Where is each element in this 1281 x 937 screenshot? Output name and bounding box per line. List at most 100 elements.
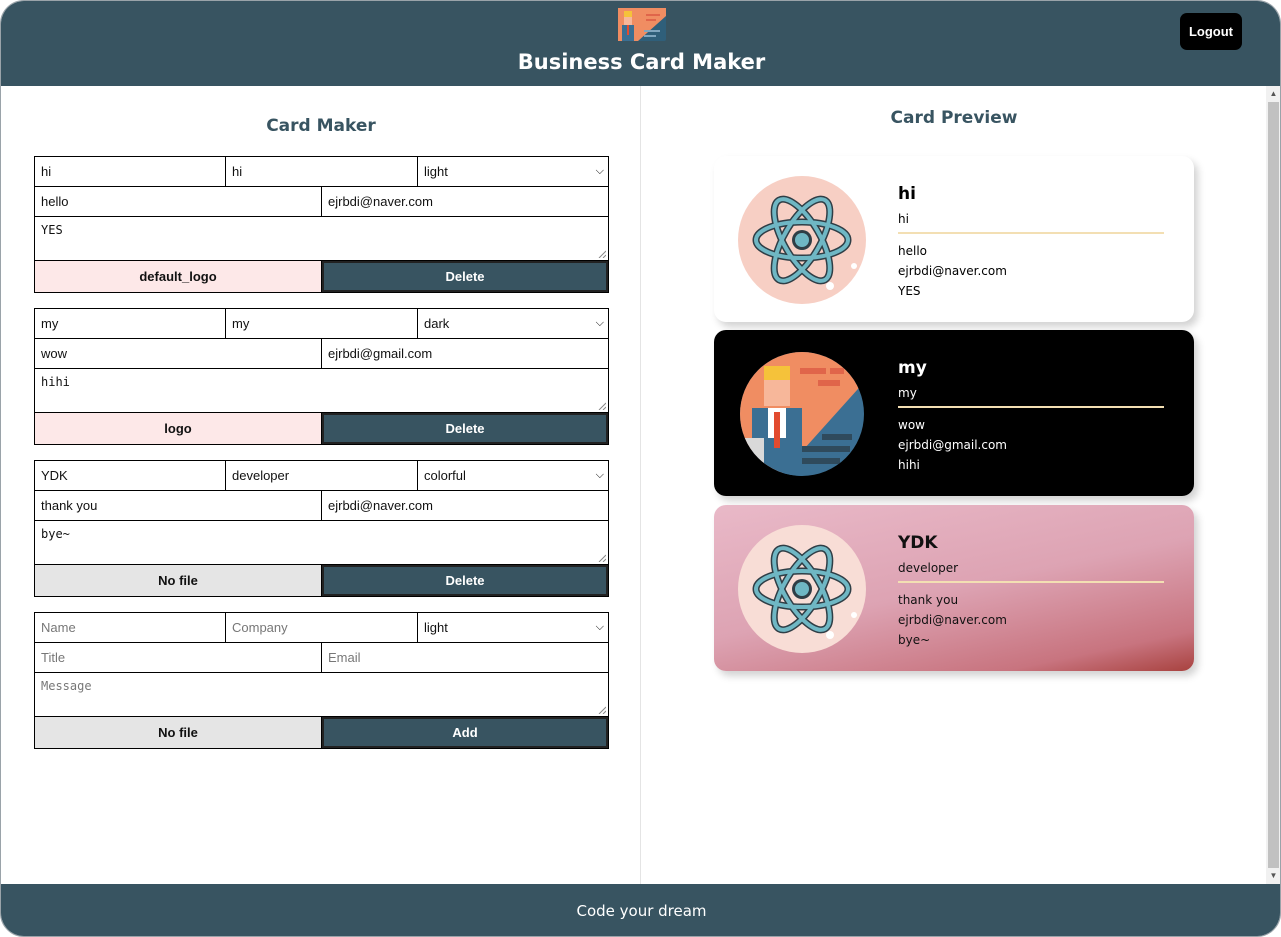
- logout-button[interactable]: Logout: [1180, 13, 1242, 50]
- message-text: bye~: [41, 527, 70, 541]
- form-row: No file Delete: [35, 565, 608, 596]
- theme-select[interactable]: colorful ⌵: [418, 461, 608, 490]
- theme-select-value: light: [424, 620, 448, 635]
- card-divider: [898, 232, 1164, 234]
- name-input[interactable]: my: [35, 309, 226, 338]
- card-message: YES: [898, 284, 921, 298]
- chevron-down-icon: ⌵: [595, 317, 604, 329]
- file-input-button[interactable]: No file: [35, 565, 322, 596]
- title-input[interactable]: wow: [35, 339, 322, 368]
- form-row: thank you ejrbdi@naver.com: [35, 491, 608, 521]
- file-input-button[interactable]: No file: [35, 717, 322, 748]
- form-row: hello ejrbdi@naver.com: [35, 187, 608, 217]
- delete-button[interactable]: Delete: [322, 261, 608, 292]
- card-message: bye~: [898, 633, 931, 647]
- card-divider: [898, 406, 1164, 408]
- card-email: ejrbdi@naver.com: [898, 613, 1007, 627]
- name-input[interactable]: Name: [35, 613, 226, 642]
- theme-select-value: dark: [424, 316, 450, 331]
- card-edit-form: YDK developer colorful ⌵ thank you ejrbd…: [34, 460, 609, 597]
- card-add-form: Name Company light ⌵ Title Email Message…: [34, 612, 609, 749]
- business-card: YDK developer thank you ejrbdi@naver.com…: [714, 505, 1194, 671]
- vertical-scrollbar[interactable]: ▲ ▼: [1266, 86, 1280, 884]
- card-edit-form: hi hi light ⌵ hello ejrbdi@naver.com YES…: [34, 156, 609, 293]
- form-row: bye~: [35, 521, 608, 565]
- form-row: hi hi light ⌵: [35, 157, 608, 187]
- company-input[interactable]: Company: [226, 613, 418, 642]
- chevron-down-icon: ⌵: [595, 165, 604, 177]
- card-edit-form: my my dark ⌵ wow ejrbdi@gmail.com hihi l…: [34, 308, 609, 445]
- form-row: my my dark ⌵: [35, 309, 608, 339]
- message-text: hihi: [41, 375, 70, 389]
- message-textarea[interactable]: bye~: [35, 521, 608, 564]
- file-input-button[interactable]: logo: [35, 413, 322, 444]
- card-preview-title: Card Preview: [890, 108, 1018, 128]
- card-name: hi: [898, 184, 916, 204]
- form-row: logo Delete: [35, 413, 608, 444]
- chevron-down-icon: ⌵: [595, 621, 604, 633]
- company-input[interactable]: my: [226, 309, 418, 338]
- add-button[interactable]: Add: [322, 717, 608, 748]
- react-atom-icon: [738, 525, 866, 653]
- scroll-up-arrow-icon[interactable]: ▲: [1266, 86, 1280, 102]
- form-row: hihi: [35, 369, 608, 413]
- card-email: ejrbdi@gmail.com: [898, 438, 1007, 452]
- business-card: my my wow ejrbdi@gmail.com hihi: [714, 330, 1194, 496]
- card-title: hello: [898, 244, 927, 258]
- message-text: YES: [41, 223, 63, 237]
- company-input[interactable]: hi: [226, 157, 418, 186]
- card-maker-panel: Card Maker hi hi light ⌵ hello ejrbdi@na…: [1, 86, 641, 884]
- email-input[interactable]: ejrbdi@naver.com: [322, 491, 608, 520]
- resize-handle-icon[interactable]: [598, 706, 606, 714]
- title-input[interactable]: thank you: [35, 491, 322, 520]
- message-textarea[interactable]: hihi: [35, 369, 608, 412]
- file-input-button[interactable]: default_logo: [35, 261, 322, 292]
- delete-button[interactable]: Delete: [322, 413, 608, 444]
- email-input[interactable]: ejrbdi@gmail.com: [322, 339, 608, 368]
- name-input[interactable]: hi: [35, 157, 226, 186]
- footer: Code your dream: [1, 884, 1280, 936]
- name-input[interactable]: YDK: [35, 461, 226, 490]
- form-row: Message: [35, 673, 608, 717]
- theme-select[interactable]: dark ⌵: [418, 309, 608, 338]
- resize-handle-icon[interactable]: [598, 250, 606, 258]
- card-maker-title: Card Maker: [266, 116, 376, 136]
- form-row: Title Email: [35, 643, 608, 673]
- theme-select-value: colorful: [424, 468, 466, 483]
- theme-select-value: light: [424, 164, 448, 179]
- scroll-down-arrow-icon[interactable]: ▼: [1266, 868, 1280, 884]
- resize-handle-icon[interactable]: [598, 554, 606, 562]
- card-preview-panel: Card Preview hi hi hello ejrbdi@naver.co…: [642, 86, 1266, 884]
- scrollbar-thumb[interactable]: [1268, 102, 1279, 868]
- theme-select[interactable]: light ⌵: [418, 613, 608, 642]
- card-message: hihi: [898, 458, 920, 472]
- header: Business Card Maker Logout: [1, 1, 1280, 86]
- chevron-down-icon: ⌵: [595, 469, 604, 481]
- business-card: hi hi hello ejrbdi@naver.com YES: [714, 156, 1194, 322]
- delete-button[interactable]: Delete: [322, 565, 608, 596]
- title-input[interactable]: hello: [35, 187, 322, 216]
- email-input[interactable]: ejrbdi@naver.com: [322, 187, 608, 216]
- company-input[interactable]: developer: [226, 461, 418, 490]
- title-input[interactable]: Title: [35, 643, 322, 672]
- footer-text: Code your dream: [576, 902, 707, 920]
- form-row: default_logo Delete: [35, 261, 608, 292]
- react-atom-icon: [738, 176, 866, 304]
- app-window: Business Card Maker Logout Card Maker hi…: [0, 0, 1281, 937]
- card-company: my: [898, 386, 917, 400]
- card-divider: [898, 581, 1164, 583]
- form-row: YES: [35, 217, 608, 261]
- card-name: my: [898, 358, 927, 378]
- email-input[interactable]: Email: [322, 643, 608, 672]
- resize-handle-icon[interactable]: [598, 402, 606, 410]
- businessman-icon: [740, 352, 864, 476]
- message-placeholder: Message: [41, 679, 92, 693]
- form-row: No file Add: [35, 717, 608, 748]
- form-row: wow ejrbdi@gmail.com: [35, 339, 608, 369]
- message-textarea[interactable]: YES: [35, 217, 608, 260]
- form-row: Name Company light ⌵: [35, 613, 608, 643]
- message-textarea[interactable]: Message: [35, 673, 608, 716]
- business-card-logo-icon: [618, 8, 666, 41]
- theme-select[interactable]: light ⌵: [418, 157, 608, 186]
- card-title: thank you: [898, 593, 959, 607]
